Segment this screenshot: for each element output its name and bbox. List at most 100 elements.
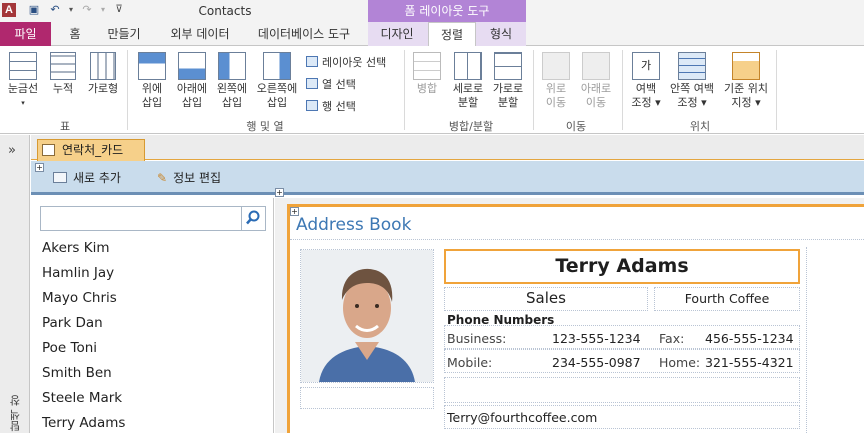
contact-photo-cell[interactable] bbox=[300, 249, 434, 383]
merge-button[interactable]: 병합 bbox=[410, 52, 444, 96]
split-horizontally-icon bbox=[494, 52, 522, 80]
group-separator bbox=[533, 50, 534, 130]
ribbon: 눈금선 ▾ 누적 가로형 표 위에 삽입 아래에 삽입 왼쪽에 삽입 오른쪽에 삽입 bbox=[0, 46, 864, 134]
search-icon[interactable] bbox=[241, 207, 265, 230]
move-up-icon bbox=[542, 52, 570, 80]
document-tab-strip: 연락처_카드 bbox=[31, 135, 864, 161]
undo-dropdown-icon[interactable]: ▾ bbox=[64, 3, 78, 17]
control-padding-button[interactable]: 안쪽 여백 조정 ▾ bbox=[666, 52, 718, 110]
move-down-button[interactable]: 아래로 이동 bbox=[576, 52, 616, 110]
save-icon[interactable]: ▣ bbox=[27, 3, 41, 17]
expand-nav-pane-icon[interactable]: » bbox=[8, 143, 16, 158]
tab-design[interactable]: 디자인 bbox=[372, 22, 422, 46]
insert-above-button[interactable]: 위에 삽입 bbox=[133, 52, 171, 110]
contact-list-item[interactable]: Poe Toni bbox=[42, 336, 262, 361]
insert-below-button[interactable]: 아래에 삽입 bbox=[172, 52, 212, 110]
control-padding-icon bbox=[678, 52, 706, 80]
select-layout-button[interactable]: 레이아웃 선택 bbox=[306, 54, 386, 70]
contact-photo bbox=[301, 250, 433, 382]
mobile-phone-field[interactable]: 234-555-0987 bbox=[552, 355, 641, 370]
gridlines-button[interactable]: 눈금선 ▾ bbox=[4, 52, 42, 110]
group-label-position: 위치 bbox=[689, 120, 711, 133]
control-margins-button[interactable]: 가 여백 조정 ▾ bbox=[626, 52, 666, 110]
contact-list-item[interactable]: Terry Adams bbox=[42, 411, 262, 433]
group-separator bbox=[404, 50, 405, 130]
split-vertically-button[interactable]: 세로로 분할 bbox=[448, 52, 488, 110]
document-tab-contact-card[interactable]: 연락처_카드 bbox=[37, 139, 145, 161]
tab-external-data[interactable]: 외부 데이터 bbox=[160, 22, 240, 46]
group-label-table: 표 bbox=[59, 120, 71, 133]
insert-left-button[interactable]: 왼쪽에 삽입 bbox=[212, 52, 252, 110]
contact-list-pane: Akers Kim Hamlin Jay Mayo Chris Park Dan… bbox=[31, 198, 274, 433]
empty-layout-cell[interactable] bbox=[444, 377, 800, 403]
stacked-icon bbox=[50, 52, 76, 80]
form-layout-tools-header: 폼 레이아웃 도구 bbox=[368, 0, 526, 22]
select-layout-icon bbox=[306, 56, 318, 67]
edit-info-button[interactable]: ✎ 정보 편집 bbox=[157, 169, 221, 186]
access-app-icon[interactable]: A bbox=[2, 3, 16, 17]
contact-name-field[interactable]: Terry Adams bbox=[444, 249, 800, 284]
tab-file[interactable]: 파일 bbox=[0, 22, 51, 46]
mobile-label: Mobile: bbox=[447, 355, 493, 370]
company-field[interactable]: Fourth Coffee bbox=[654, 291, 800, 306]
contact-list-item[interactable]: Hamlin Jay bbox=[42, 261, 262, 286]
tab-home[interactable]: 홈 bbox=[62, 22, 88, 46]
anchoring-icon bbox=[732, 52, 760, 80]
contact-detail-area: + + Address Book Terry Adams Sales Fourt… bbox=[275, 188, 864, 433]
group-separator bbox=[776, 50, 777, 130]
select-column-icon bbox=[306, 78, 318, 89]
subform-layout-handle[interactable]: + bbox=[275, 188, 284, 197]
redo-icon[interactable]: ↷ bbox=[80, 3, 94, 17]
customize-qat-icon[interactable]: ⊽ bbox=[112, 3, 126, 17]
merge-icon bbox=[413, 52, 441, 80]
split-vertically-icon bbox=[454, 52, 482, 80]
select-row-icon bbox=[306, 100, 318, 111]
split-horizontally-button[interactable]: 가로로 분할 bbox=[488, 52, 528, 110]
address-book-subform: + Address Book Terry Adams Sales Fourth … bbox=[287, 204, 864, 433]
group-separator bbox=[127, 50, 128, 130]
contact-list-item[interactable]: Mayo Chris bbox=[42, 286, 262, 311]
department-field[interactable]: Sales bbox=[444, 289, 648, 307]
form-title: Address Book bbox=[296, 215, 412, 235]
contact-list-item[interactable]: Akers Kim bbox=[42, 236, 262, 261]
insert-right-button[interactable]: 오른쪽에 삽입 bbox=[253, 52, 301, 110]
redo-dropdown-icon[interactable]: ▾ bbox=[96, 3, 110, 17]
tab-create[interactable]: 만들기 bbox=[100, 22, 148, 46]
tab-format[interactable]: 형식 bbox=[482, 22, 520, 46]
move-down-icon bbox=[582, 52, 610, 80]
tab-arrange[interactable]: 정렬 bbox=[428, 22, 476, 47]
form-header-toolbar: + 새로 추가 ✎ 정보 편집 bbox=[31, 161, 864, 195]
stacked-button[interactable]: 누적 bbox=[46, 52, 80, 96]
window-title: Contacts bbox=[198, 4, 252, 18]
contact-list-item[interactable]: Smith Ben bbox=[42, 361, 262, 386]
control-margins-icon: 가 bbox=[632, 52, 660, 80]
navigation-pane-collapsed[interactable]: » bbox=[0, 135, 30, 433]
tabular-button[interactable]: 가로형 bbox=[84, 52, 122, 96]
select-row-button[interactable]: 행 선택 bbox=[306, 98, 356, 114]
select-column-button[interactable]: 열 선택 bbox=[306, 76, 356, 92]
business-label: Business: bbox=[447, 331, 507, 346]
search-input[interactable] bbox=[40, 206, 266, 231]
fax-label: Fax: bbox=[659, 331, 685, 346]
layout-gridline bbox=[806, 247, 864, 433]
title-bar: A ▣ ↶ ▾ ↷ ▾ ⊽ Contacts 폼 레이아웃 도구 bbox=[0, 0, 864, 22]
tab-database-tools[interactable]: 데이터베이스 도구 bbox=[250, 22, 358, 46]
insert-right-icon bbox=[263, 52, 291, 80]
home-phone-field[interactable]: 321-555-4321 bbox=[705, 355, 794, 370]
fax-field[interactable]: 456-555-1234 bbox=[705, 331, 794, 346]
layout-selector-handle[interactable]: + bbox=[35, 163, 44, 172]
anchoring-button[interactable]: 기준 위치 지정 ▾ bbox=[720, 52, 772, 110]
undo-icon[interactable]: ↶ bbox=[48, 3, 62, 17]
move-up-button[interactable]: 위로 이동 bbox=[538, 52, 574, 110]
group-label-move: 이동 bbox=[565, 120, 587, 133]
email-field[interactable]: Terry@fourthcoffee.com bbox=[447, 410, 597, 425]
empty-layout-cell[interactable] bbox=[300, 387, 434, 409]
business-phone-field[interactable]: 123-555-1234 bbox=[552, 331, 641, 346]
insert-left-icon bbox=[218, 52, 246, 80]
contact-list-item[interactable]: Park Dan bbox=[42, 311, 262, 336]
contact-card-icon bbox=[53, 172, 67, 183]
contact-list-item[interactable]: Steele Mark bbox=[42, 386, 262, 411]
add-new-button[interactable]: 새로 추가 bbox=[53, 169, 121, 186]
insert-below-icon bbox=[178, 52, 206, 80]
pencil-icon: ✎ bbox=[157, 171, 168, 185]
